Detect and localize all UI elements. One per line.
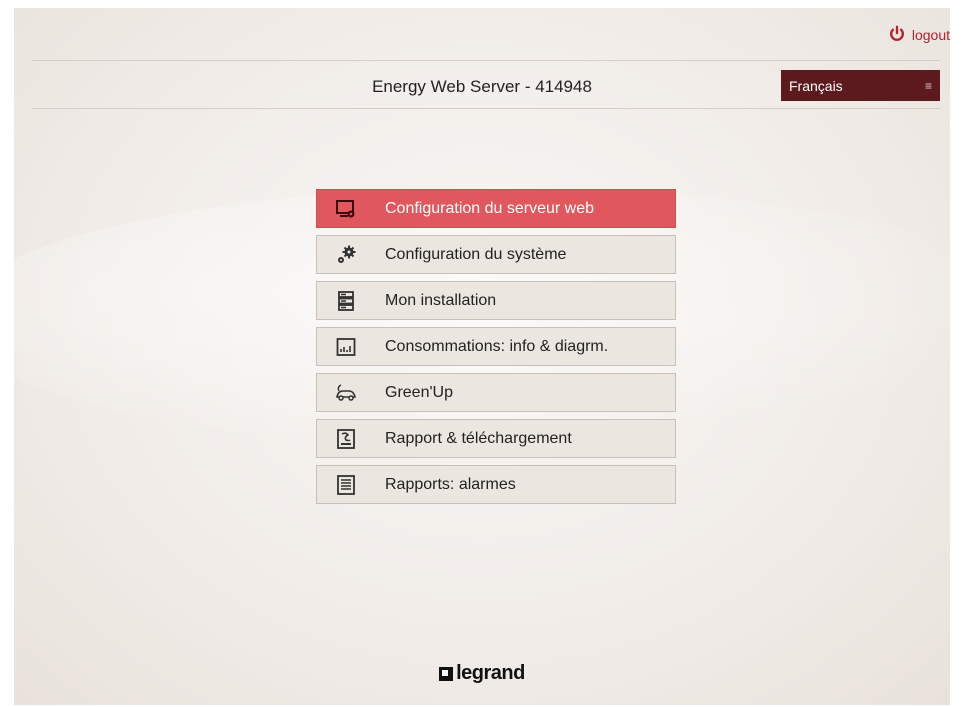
language-select[interactable]: Français ≡ (781, 70, 940, 101)
report-download-icon (317, 428, 375, 450)
monitor-gear-icon (317, 198, 375, 220)
main-menu: Configuration du serveur web Configurati… (316, 189, 676, 504)
alarm-report-icon (317, 474, 375, 496)
legrand-logo-mark (439, 666, 454, 681)
power-icon (888, 25, 906, 46)
app-frame: logout Energy Web Server - 414948 França… (14, 8, 950, 705)
logout-label: logout (911, 27, 950, 43)
menu-item-report-download[interactable]: Rapport & téléchargement (316, 419, 676, 458)
gears-icon (317, 244, 375, 266)
menu-item-web-server-config[interactable]: Configuration du serveur web (316, 189, 676, 228)
language-label: Français (789, 77, 843, 94)
menu-item-label: Green'Up (385, 383, 453, 401)
menu-item-label: Mon installation (385, 291, 497, 309)
menu-item-green-up[interactable]: Green'Up (316, 373, 676, 412)
header-divider-top (32, 60, 940, 61)
bar-chart-icon (317, 336, 375, 358)
menu-item-consumption[interactable]: Consommations: info & diagrm. (316, 327, 676, 366)
header-divider-bottom (32, 108, 940, 109)
menu-item-alarm-reports[interactable]: Rapports: alarmes (316, 465, 676, 504)
menu-item-system-config[interactable]: Configuration du système (316, 235, 676, 274)
menu-item-label: Configuration du système (385, 245, 567, 263)
menu-item-label: Rapport & téléchargement (385, 429, 572, 447)
electric-car-icon (317, 382, 375, 404)
logout-button[interactable]: logout (888, 24, 950, 46)
menu-lines-icon: ≡ (924, 78, 932, 93)
server-stack-icon (317, 290, 375, 312)
menu-item-label: Rapports: alarmes (385, 475, 516, 493)
menu-item-my-installation[interactable]: Mon installation (316, 281, 676, 320)
brand-name: legrand (456, 662, 525, 684)
menu-item-label: Consommations: info & diagrm. (385, 337, 609, 355)
menu-item-label: Configuration du serveur web (385, 199, 595, 217)
legrand-logo: legrand (14, 662, 950, 685)
